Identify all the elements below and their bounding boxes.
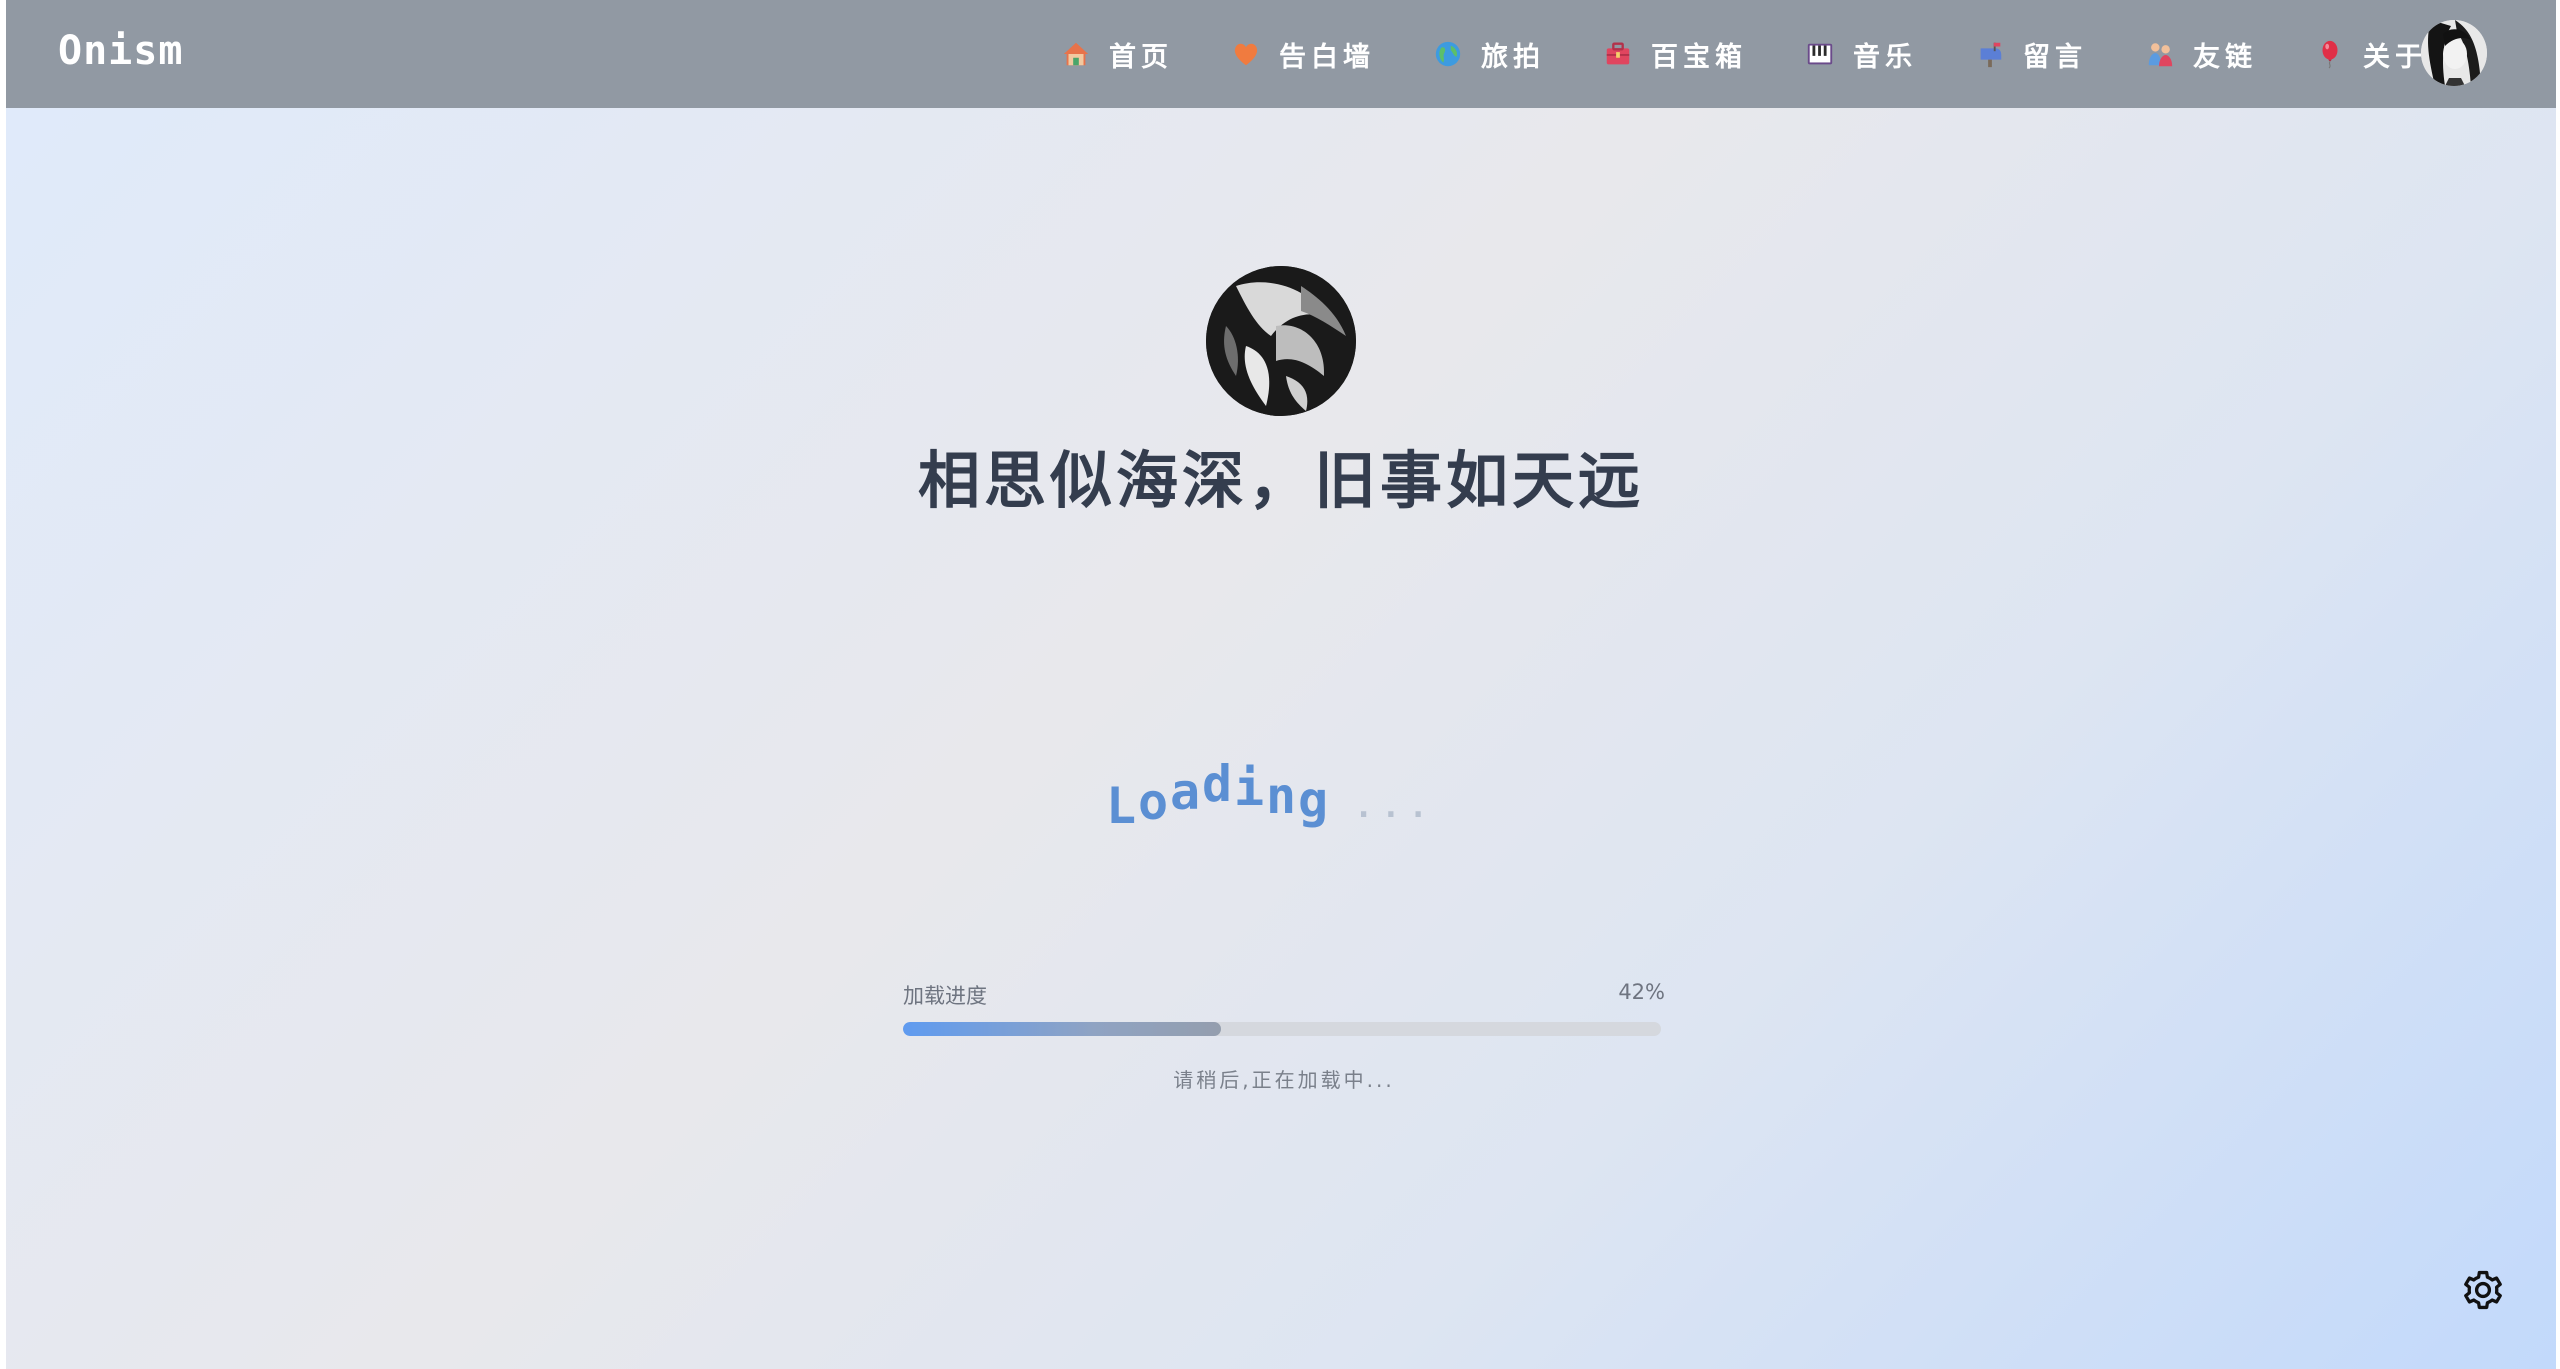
loading-letter: o: [1138, 773, 1169, 831]
nav-label: 留言: [2023, 41, 2087, 73]
progress-track: [903, 1022, 1661, 1036]
profile-avatar[interactable]: [1206, 266, 1356, 416]
loading-letter: i: [1234, 759, 1265, 817]
loading-letter: d: [1202, 755, 1233, 813]
page-title: 相思似海深，旧事如天远: [917, 444, 1644, 517]
site-logo[interactable]: Onism: [58, 28, 183, 74]
nav-label: 关于: [2363, 41, 2427, 73]
gear-icon[interactable]: [2461, 1268, 2505, 1312]
progress-message: 请稍后,正在加载中...: [1173, 1068, 1395, 1092]
top-navbar: Onism 首页 告白墙 旅拍 百宝箱 音乐 留言 友链 关于: [6, 0, 2556, 108]
house-icon: [1063, 42, 1089, 66]
mailbox-icon: [1980, 42, 2002, 68]
nav-item-travel[interactable]: 旅拍: [1433, 24, 1545, 84]
progress-section: 加载进度 42% 请稍后,正在加载中...: [903, 980, 1665, 1093]
nav-item-confession-wall[interactable]: 告白墙: [1231, 24, 1375, 84]
nav-item-about[interactable]: 关于: [2315, 24, 2427, 84]
nav-label: 百宝箱: [1651, 41, 1747, 73]
main-nav: 首页 告白墙 旅拍 百宝箱 音乐 留言 友链 关于: [1061, 0, 2485, 108]
nav-item-toolbox[interactable]: 百宝箱: [1603, 24, 1747, 84]
nav-item-music[interactable]: 音乐: [1805, 24, 1917, 84]
loading-letter: L: [1106, 777, 1137, 835]
toolbox-icon: [1606, 42, 1630, 65]
loading-letter: g: [1298, 771, 1329, 829]
people-icon: [2148, 43, 2173, 67]
nav-label: 旅拍: [1481, 41, 1545, 73]
nav-item-guestbook[interactable]: 留言: [1975, 24, 2087, 84]
nav-label: 首页: [1109, 41, 1173, 73]
nav-label: 告白墙: [1279, 41, 1375, 73]
loading-letter: a: [1170, 763, 1201, 821]
nav-item-home[interactable]: 首页: [1061, 24, 1173, 84]
nav-item-friend-links[interactable]: 友链: [2145, 24, 2257, 84]
page-background: Onism 首页 告白墙 旅拍 百宝箱 音乐 留言 友链 关于 相思似海深，旧事…: [6, 0, 2556, 1369]
nav-label: 友链: [2193, 41, 2257, 73]
globe-icon: [1435, 41, 1461, 67]
loading-dots: ...: [1354, 787, 1436, 825]
heart-icon: [1234, 43, 1258, 66]
progress-bar-fill: [903, 1022, 1222, 1036]
user-avatar[interactable]: [2421, 20, 2487, 86]
nav-label: 音乐: [1853, 41, 1917, 73]
loading-indicator: Loading ...: [1106, 755, 1466, 835]
progress-label: 加载进度: [903, 984, 987, 1008]
balloon-icon: [2322, 40, 2338, 69]
piano-icon: [1807, 43, 1833, 65]
loading-letter: n: [1266, 767, 1297, 825]
progress-percent: 42%: [1618, 980, 1665, 1004]
